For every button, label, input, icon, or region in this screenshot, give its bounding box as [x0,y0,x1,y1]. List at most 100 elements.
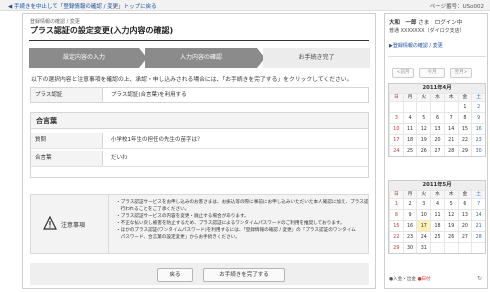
calendar-day[interactable]: 23 [471,134,485,145]
complete-button[interactable]: お手続きを完了する [203,268,285,282]
calendar-day[interactable]: 4 [402,112,417,123]
calendar-day[interactable]: 13 [457,209,472,220]
this-month-button[interactable]: 今月 [419,68,445,78]
calendar-day[interactable]: 26 [443,231,458,242]
calendar-day[interactable]: 29 [389,242,403,253]
calendar-day[interactable]: 5 [443,198,458,209]
calendar-day[interactable]: 3 [416,198,431,209]
calendar-day[interactable]: 10 [416,209,431,220]
calendar-day[interactable]: 16 [402,220,417,231]
calendar-day[interactable]: 5 [416,112,431,123]
calendar-day[interactable]: 12 [443,209,458,220]
calendar-day[interactable]: 8 [457,112,472,123]
weekday-label: 木 [443,93,458,101]
summary-label: プラス認証 [31,88,103,102]
divider [388,56,486,57]
weekday-label: 土 [471,93,485,101]
back-to-top-link[interactable]: ◀ 手続きを中止して「登録情報の確認 / 変更」トップに戻る [8,2,157,10]
notice-item: ・プラス認証サービスの内容を変更・廃止する場合があります。 [116,214,249,219]
calendar-day[interactable]: 21 [443,134,458,145]
calendar-day[interactable]: 22 [457,134,472,145]
calendar-day [443,101,458,112]
sidebar-link-registration[interactable]: ▶登録情報の確認 / 変更 [389,42,443,49]
calendar-day[interactable]: 6 [430,112,444,123]
notice-item: ・プラス認証サービスをお申し込みのお客さまは、お振込等の際に事前にお申し込みいた… [116,200,368,205]
calendar-day[interactable]: 19 [443,220,458,231]
calendar-day[interactable]: 28 [443,145,458,156]
calendar-day[interactable]: 27 [457,231,472,242]
calendar-day[interactable]: 8 [389,209,403,220]
notice-item: ・不正な払い戻し被害を防止するため、プラス認証によるワンタイムパスワードのご利用… [116,221,345,226]
calendar-day [416,101,431,112]
calendar-day[interactable]: 29 [457,145,472,156]
calendar-day[interactable]: 25 [430,231,444,242]
calendar-day[interactable]: 27 [430,145,444,156]
next-month-button[interactable]: 翌月> [450,68,472,78]
calendar-day[interactable]: 4 [430,198,444,209]
calendar-day[interactable]: 26 [416,145,431,156]
calendar-day[interactable]: 2 [471,101,485,112]
calendar-day[interactable]: 3 [389,112,403,123]
passphrase-label: 合言葉 [31,151,103,166]
calendar-day[interactable]: 22 [389,231,403,242]
calendar-day[interactable]: 30 [471,145,485,156]
calendar-day[interactable]: 1 [389,198,403,209]
calendar-day[interactable]: 7 [443,112,458,123]
calendar-day[interactable]: 17 [389,134,403,145]
calendar-day[interactable]: 1 [457,101,472,112]
notice-item: ・ほかのプラス認証(ワンタイムパスワード)を利用するには、「登録情報の確認 / … [116,228,356,233]
calendar-day[interactable]: 15 [457,123,472,134]
notice-label: 注意事項 [61,222,86,229]
calendar-day[interactable]: 28 [471,231,485,242]
calendar-day[interactable]: 21 [471,220,485,231]
weekday-label: 水 [430,190,444,198]
calendar-day[interactable]: 15 [389,220,403,231]
calendar-day[interactable]: 23 [402,231,417,242]
notice-item: 行われることをご了承ください。 [116,207,190,212]
calendar-day [443,242,458,253]
back-button[interactable]: 戻る [157,268,193,282]
intro-text: 以下の選択内容と注意事項を確認の上、承認・申し込みされる場合には、「お手続きを完… [31,77,353,83]
weekday-label: 金 [457,93,472,101]
passphrase-value: だいわ [111,155,128,161]
calendar-day[interactable]: 6 [457,198,472,209]
calendar-day[interactable]: 9 [471,112,485,123]
calendar-day[interactable]: 24 [389,145,403,156]
calendar-day[interactable]: 16 [471,123,485,134]
calendar-day[interactable]: 17 [416,220,431,231]
calendar-day [430,101,444,112]
calendar-day[interactable]: 24 [416,231,431,242]
calendar-day[interactable]: 25 [402,145,417,156]
calendar-day [389,101,403,112]
calendar-day[interactable]: 2 [402,198,417,209]
calendar-day[interactable]: 18 [430,220,444,231]
calendar-day[interactable]: 14 [471,209,485,220]
user-info: 大和 一郎 さま ログイン中 [389,18,462,26]
calendar-day[interactable]: 20 [457,220,472,231]
refresh-icon[interactable]: ↻ [477,275,482,282]
calendar-day[interactable]: 12 [416,123,431,134]
notice-item: パスワード、合言葉の設定変更」からお手続きください。 [116,235,240,240]
calendar-day[interactable]: 7 [471,198,485,209]
prev-month-button[interactable]: <前月 [392,68,414,78]
calendar-day[interactable]: 11 [402,123,417,134]
calendar-day[interactable]: 14 [443,123,458,134]
passphrase-section: 合言葉 質問 小学校1年生の担任の先生の苗字は？ 合言葉 だいわ [30,112,369,178]
step-confirm: 入力内容の確認 [145,48,257,68]
calendar-day [471,242,485,253]
page-number: ページ番号：USo002 [429,4,484,10]
table-row: 合言葉 だいわ [31,151,368,167]
calendar-day[interactable]: 31 [416,242,431,253]
calendar-day[interactable]: 19 [416,134,431,145]
calendar-day[interactable]: 30 [402,242,417,253]
table-row: 質問 小学校1年生の担任の先生の苗字は？ [31,133,368,149]
calendar-day[interactable]: 20 [430,134,444,145]
calendar-day[interactable]: 11 [430,209,444,220]
weekday-label: 火 [416,93,431,101]
calendar-may: 2011年5月 日月火水木金土 1 2 3 4 5 6 7 8 9 10 11 12 13 14 15 16 17… [388,180,486,254]
calendar-day[interactable]: 10 [389,123,403,134]
calendar-day[interactable]: 9 [402,209,417,220]
calendar-day[interactable]: 13 [430,123,444,134]
calendar-day[interactable]: 18 [402,134,417,145]
step-complete: お手続き完了 [263,48,370,68]
